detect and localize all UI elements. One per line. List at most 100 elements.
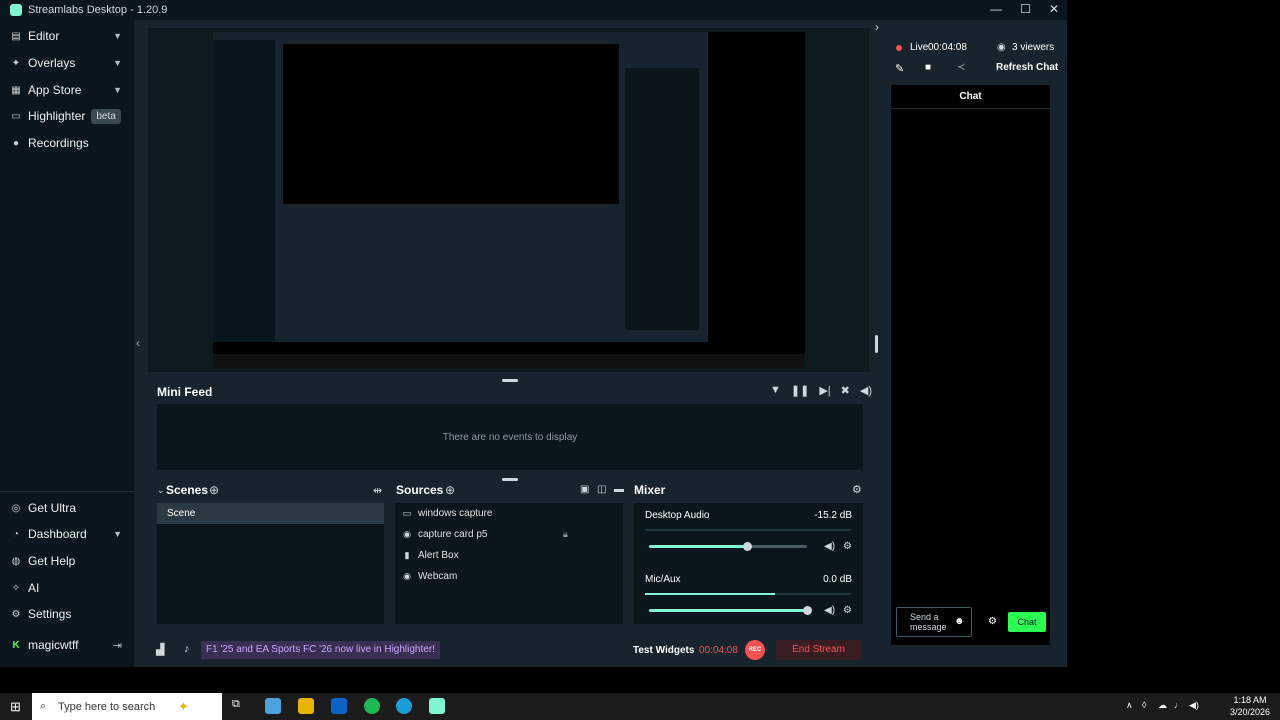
streamlabs-taskbar-icon[interactable] — [429, 698, 445, 714]
outlook-icon[interactable] — [331, 698, 347, 714]
rec-button[interactable]: REC — [745, 640, 765, 660]
ai-icon: ✧ — [11, 582, 21, 594]
app-icon[interactable] — [265, 698, 281, 714]
minimize-button[interactable]: — — [990, 0, 1002, 18]
volume-icon[interactable]: ◀) — [860, 384, 872, 397]
filter-icon[interactable]: ▼ — [770, 384, 781, 397]
sidebar-divider — [0, 491, 134, 492]
chevron-right-icon[interactable]: › — [875, 20, 879, 34]
stream-preview[interactable] — [213, 32, 805, 368]
task-view-icon[interactable]: ⧉ — [232, 698, 248, 714]
nested-preview — [283, 44, 619, 204]
monitor-icon: ▭ — [402, 508, 412, 518]
highlighter-promo[interactable]: F1 '25 and EA Sports FC '26 now live in … — [201, 641, 440, 659]
windows-start-icon[interactable]: ⊞ — [10, 699, 21, 715]
close-button[interactable]: ✕ — [1049, 0, 1059, 18]
share-icon[interactable]: ≺ — [957, 62, 965, 73]
overlays-icon: ✦ — [11, 57, 21, 69]
source-label: windows capture — [418, 508, 493, 519]
gear-icon[interactable]: ⚙ — [988, 616, 997, 627]
title-bar: Streamlabs Desktop - 1.20.9 — ☐ ✕ — [0, 0, 1067, 20]
source-label: capture card p5 — [418, 529, 488, 540]
volume-icon[interactable]: ◀) — [824, 605, 835, 616]
file-explorer-icon[interactable] — [298, 698, 314, 714]
collapse-scenes-icon[interactable]: ⌄ — [157, 485, 165, 496]
tray-volume-icon[interactable]: ◀) — [1189, 700, 1199, 711]
scenes-title: Scenes — [166, 483, 209, 497]
logout-icon[interactable]: ⇥ — [113, 639, 122, 652]
tray-mic-icon[interactable]: ♩ — [1174, 700, 1183, 710]
nav-overlays-label: Overlays — [28, 56, 76, 70]
taskbar-clock[interactable]: 1:18 AM 3/20/2026 — [1230, 694, 1270, 718]
nav-get-help[interactable]: ◍ Get Help — [0, 548, 134, 574]
search-icon: ⌕ — [40, 700, 47, 712]
ultra-icon: ◎ — [11, 502, 21, 514]
source-layout-icon[interactable]: ▣ — [580, 484, 589, 495]
mute-alerts-icon[interactable]: ✖ — [841, 384, 850, 397]
nav-editor[interactable]: ▤ Editor ▼ — [0, 23, 134, 49]
source-label: Webcam — [418, 571, 458, 582]
user-account[interactable]: K magicwtff ⇥ — [0, 632, 134, 658]
gear-icon[interactable]: ⚙ — [843, 605, 852, 616]
source-settings-icon[interactable]: ◫ — [597, 484, 606, 495]
tray-chevron-icon[interactable]: ∧ — [1126, 700, 1133, 711]
live-indicator-icon — [896, 45, 902, 51]
scene-item[interactable]: Scene — [157, 503, 384, 524]
volume-icon[interactable]: ◀) — [824, 541, 835, 552]
highlighter-icon: ▭ — [11, 110, 21, 122]
drag-handle[interactable] — [502, 379, 518, 382]
scene-transitions-icon[interactable]: ⇹ — [373, 484, 382, 497]
nav-dashboard[interactable]: ◔ Dashboard ▼ — [0, 521, 134, 547]
nav-ai[interactable]: ✧ AI — [0, 575, 134, 601]
mixer-channel-value: -15.2 dB — [814, 510, 852, 521]
notification-bell-icon[interactable]: ♪ — [184, 643, 190, 655]
skip-icon[interactable]: ▶| — [819, 384, 830, 397]
add-source-button[interactable]: ⊕ — [445, 483, 455, 497]
tray-network-icon[interactable]: ◊ — [1142, 700, 1146, 710]
chevron-down-icon: ▼ — [113, 31, 122, 41]
gear-icon[interactable]: ⚙ — [843, 541, 852, 552]
source-folder-icon[interactable]: ▬ — [614, 484, 624, 495]
volume-slider[interactable] — [649, 606, 812, 615]
source-label: Alert Box — [418, 550, 459, 561]
end-stream-button[interactable]: End Stream — [776, 640, 861, 660]
nav-get-ultra[interactable]: ◎ Get Ultra — [0, 495, 134, 521]
camera-icon[interactable]: ■ — [925, 62, 931, 73]
lock-icon[interactable]: 🔒︎ — [563, 524, 568, 545]
gear-icon[interactable]: ⚙ — [852, 483, 862, 496]
pause-icon[interactable]: ❚❚ — [791, 384, 809, 397]
dashboard-icon: ◔ — [12, 528, 20, 540]
nav-overlays[interactable]: ✦ Overlays ▼ — [0, 50, 134, 76]
mini-feed-toolbar: ▼ ❚❚ ▶| ✖ ◀) — [770, 384, 872, 397]
chevron-down-icon: ▼ — [113, 529, 122, 539]
collapse-left-icon[interactable]: ‹ — [136, 336, 140, 350]
nav-settings[interactable]: ⚙ Settings — [0, 601, 134, 627]
source-item[interactable]: ◉ Webcam — [395, 566, 623, 587]
nav-recordings[interactable]: ● Recordings — [0, 130, 134, 156]
refresh-chat-button[interactable]: Refresh Chat — [996, 62, 1058, 73]
window-title: Streamlabs Desktop - 1.20.9 — [28, 4, 168, 16]
mini-feed-empty: There are no events to display — [442, 431, 578, 443]
chat-input-placeholder: Send a message — [910, 612, 947, 632]
source-item[interactable]: ▮ Alert Box — [395, 545, 623, 566]
volume-slider[interactable] — [649, 542, 807, 551]
stats-icon[interactable]: ▟ — [156, 643, 164, 656]
spotify-icon[interactable] — [364, 698, 380, 714]
source-item[interactable]: ▭ windows capture — [395, 503, 623, 524]
source-item[interactable]: ◉ capture card p5 🔒︎ — [395, 524, 623, 545]
taskbar-search[interactable]: ⌕ Type here to search ✦ — [32, 693, 222, 720]
chat-send-button[interactable]: Chat — [1008, 612, 1046, 632]
drag-handle[interactable] — [502, 478, 518, 481]
edit-icon[interactable]: ✎ — [895, 62, 904, 75]
tray-cloud-icon[interactable]: ☁ — [1158, 700, 1167, 711]
edge-icon[interactable] — [396, 698, 412, 714]
nav-highlighter[interactable]: ▭ Highlighter beta — [0, 103, 134, 129]
maximize-button[interactable]: ☐ — [1020, 0, 1031, 18]
live-time: 00:04:08 — [928, 42, 967, 53]
test-widgets-button[interactable]: Test Widgets — [633, 645, 694, 656]
panel-resize-handle[interactable] — [875, 335, 878, 353]
nested-chat — [625, 68, 699, 330]
emoji-icon[interactable]: ☻ — [954, 616, 965, 627]
add-scene-button[interactable]: ⊕ — [209, 483, 219, 497]
nav-app-store[interactable]: ▦ App Store ▼ — [0, 77, 134, 103]
